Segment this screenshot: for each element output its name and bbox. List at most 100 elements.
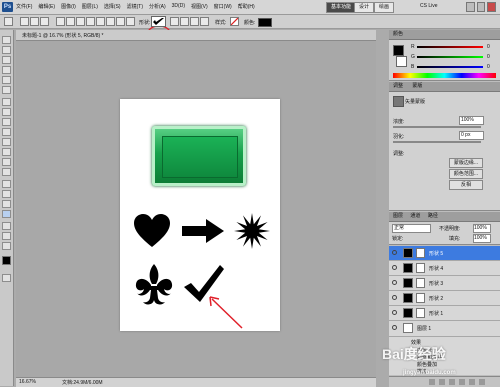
tool-preset-picker[interactable]	[4, 17, 13, 26]
green-slider[interactable]	[417, 56, 483, 58]
fill-input[interactable]: 100%	[473, 234, 491, 243]
adjust-tab[interactable]: 调整	[393, 83, 403, 89]
crop-tool[interactable]	[2, 76, 11, 84]
red-value[interactable]: 0	[487, 44, 490, 50]
fx-icon[interactable]	[439, 379, 445, 385]
blue-value[interactable]: 0	[487, 64, 490, 70]
green-value[interactable]: 0	[487, 54, 490, 60]
shape-picker[interactable]	[151, 16, 166, 27]
blend-mode-select[interactable]: 正常	[392, 224, 431, 233]
blue-slider[interactable]	[417, 66, 483, 68]
layer-row[interactable]: 形状 1	[389, 306, 500, 321]
color-bg-swatch[interactable]	[396, 56, 407, 67]
minimize-icon[interactable]	[466, 2, 475, 12]
menu-help[interactable]: 帮助(H)	[238, 3, 255, 10]
menu-window[interactable]: 窗口(W)	[214, 3, 232, 10]
pen-tool-button[interactable]	[56, 17, 65, 26]
layers-tab[interactable]: 图层	[393, 213, 403, 219]
workspace-design-button[interactable]: 设计	[354, 2, 375, 13]
close-icon[interactable]	[487, 2, 497, 12]
color-spectrum-bar[interactable]	[393, 73, 496, 78]
freeform-pen-button[interactable]	[66, 17, 75, 26]
foreground-color-swatch[interactable]	[2, 256, 11, 265]
3d-rotate-tool[interactable]	[2, 222, 11, 230]
history-brush-tool[interactable]	[2, 128, 11, 136]
menu-select[interactable]: 选择(S)	[104, 3, 121, 10]
marquee-tool[interactable]	[2, 46, 11, 54]
gradient-tool[interactable]	[2, 148, 11, 156]
layer-row[interactable]: 形状 4	[389, 261, 500, 276]
opacity-input[interactable]: 100%	[473, 224, 491, 233]
color-range-button[interactable]: 颜色范围...	[449, 169, 483, 179]
type-tool[interactable]	[2, 190, 11, 198]
status-zoom[interactable]: 16.67%	[19, 379, 36, 385]
path-select-tool[interactable]	[2, 200, 11, 208]
brush-tool[interactable]	[2, 108, 11, 116]
feather-input[interactable]: 0 px	[459, 131, 484, 140]
workspace-essentials-button[interactable]: 基本功能	[326, 2, 357, 13]
add-mask-icon[interactable]	[449, 379, 455, 385]
feather-slider[interactable]	[393, 141, 481, 143]
eyedropper-tool[interactable]	[2, 86, 11, 94]
layer-row[interactable]: 形状 5	[389, 246, 500, 261]
cs-live-button[interactable]: CS Live	[420, 3, 438, 9]
layer-row[interactable]: 形状 2	[389, 291, 500, 306]
combine-add-button[interactable]	[180, 17, 189, 26]
masks-tab[interactable]: 蒙版	[412, 83, 422, 89]
paths-button[interactable]	[30, 17, 39, 26]
trash-icon[interactable]	[479, 379, 485, 385]
eye-icon[interactable]	[392, 310, 397, 315]
menu-file[interactable]: 文件(F)	[16, 3, 32, 10]
blur-tool[interactable]	[2, 158, 11, 166]
fill-pixels-button[interactable]	[40, 17, 49, 26]
quick-select-tool[interactable]	[2, 66, 11, 74]
maximize-icon[interactable]	[476, 2, 486, 12]
layer-row-group[interactable]: 图层 1	[389, 321, 500, 337]
new-group-icon[interactable]	[459, 379, 465, 385]
stamp-tool[interactable]	[2, 118, 11, 126]
menu-3d[interactable]: 3D(D)	[172, 3, 185, 10]
eraser-tool[interactable]	[2, 138, 11, 146]
document-tab[interactable]: 未标题-1 @ 16.7% (形状 5, RGB/8) *	[16, 30, 376, 41]
zoom-tool[interactable]	[2, 242, 11, 250]
combine-subtract-button[interactable]	[190, 17, 199, 26]
eye-icon[interactable]	[392, 250, 397, 255]
color-fg-swatch[interactable]	[393, 45, 404, 56]
density-slider[interactable]	[393, 126, 481, 128]
mask-edge-button[interactable]: 蒙版边缘...	[449, 158, 483, 168]
hand-tool[interactable]	[2, 232, 11, 240]
eye-icon[interactable]	[392, 265, 397, 270]
lasso-tool[interactable]	[2, 56, 11, 64]
eye-icon[interactable]	[392, 280, 397, 285]
workspace-painting-button[interactable]: 绘画	[374, 2, 395, 13]
quick-mask-button[interactable]	[2, 274, 11, 282]
red-slider[interactable]	[417, 46, 483, 48]
layer-row[interactable]: 形状 3	[389, 276, 500, 291]
link-layers-icon[interactable]	[429, 379, 435, 385]
canvas[interactable]	[120, 99, 280, 331]
rectangle-tool-button[interactable]	[76, 17, 85, 26]
menu-edit[interactable]: 编辑(E)	[38, 3, 55, 10]
polygon-tool-button[interactable]	[106, 17, 115, 26]
custom-shape-button[interactable]	[126, 17, 135, 26]
ellipse-tool-button[interactable]	[96, 17, 105, 26]
healing-tool[interactable]	[2, 98, 11, 106]
density-input[interactable]: 100%	[459, 116, 484, 125]
style-picker[interactable]	[230, 17, 239, 26]
line-tool-button[interactable]	[116, 17, 125, 26]
menu-filter[interactable]: 滤镜(T)	[127, 3, 143, 10]
color-panel-tab[interactable]: 颜色	[389, 30, 500, 40]
channels-tab[interactable]: 通道	[410, 213, 420, 219]
menu-analysis[interactable]: 分析(A)	[149, 3, 166, 10]
combine-new-button[interactable]	[170, 17, 179, 26]
color-swatch[interactable]	[258, 18, 272, 27]
menu-view[interactable]: 视图(V)	[191, 3, 208, 10]
eye-icon[interactable]	[392, 295, 397, 300]
menu-layer[interactable]: 图层(L)	[82, 3, 98, 10]
custom-shape-tool[interactable]	[2, 210, 11, 218]
menu-image[interactable]: 图像(I)	[61, 3, 76, 10]
shape-layers-button[interactable]	[20, 17, 29, 26]
new-layer-icon[interactable]	[469, 379, 475, 385]
eye-icon[interactable]	[392, 325, 397, 330]
rounded-rect-button[interactable]	[86, 17, 95, 26]
